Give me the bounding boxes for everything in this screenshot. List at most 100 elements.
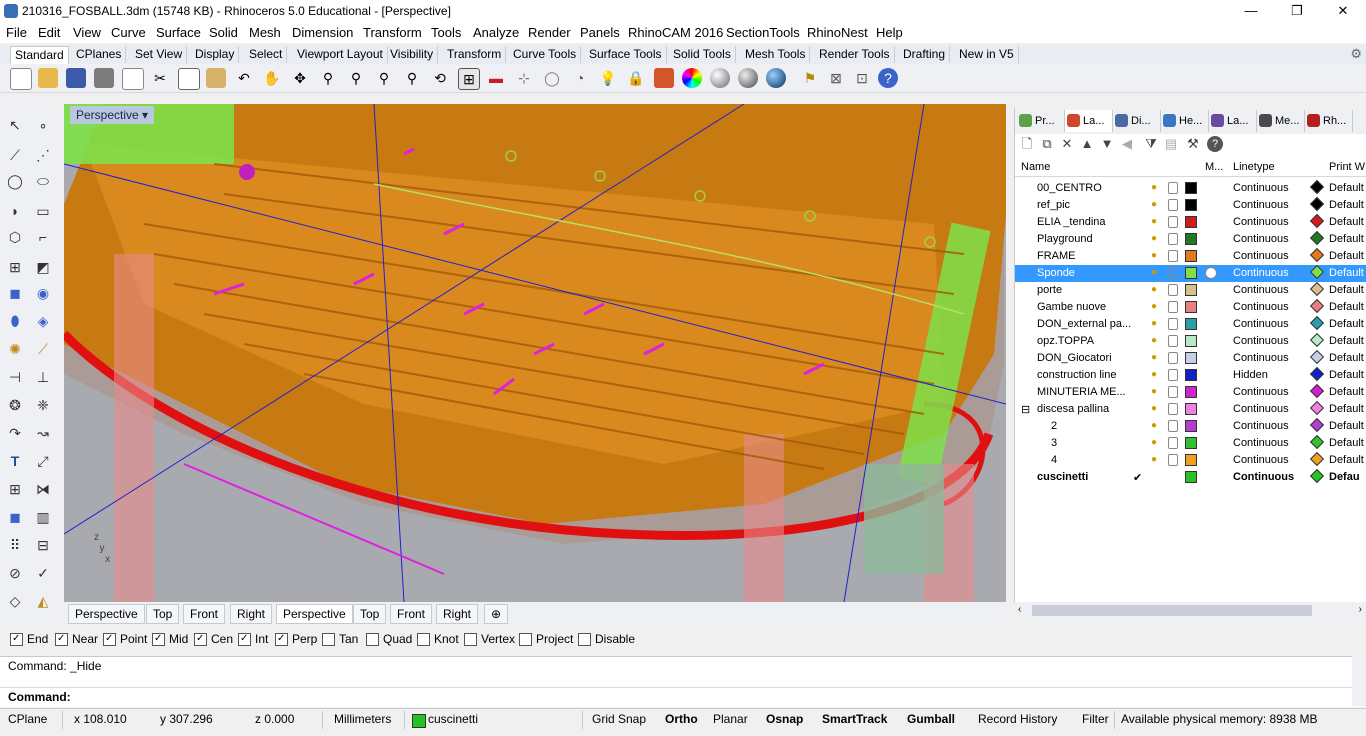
layer-row[interactable]: 3 ● Continuous Default <box>1015 434 1366 452</box>
tab-standard[interactable]: Standard <box>10 46 69 64</box>
offset-icon[interactable]: ↷ <box>4 422 26 444</box>
layer-linetype[interactable]: Continuous <box>1233 301 1289 313</box>
dimension-icon[interactable]: ⟋ <box>32 338 54 360</box>
lock-icon[interactable] <box>1168 403 1178 415</box>
vp-tab-front[interactable]: Front <box>183 604 226 624</box>
visibility-bulb-icon[interactable]: ● <box>1151 216 1161 228</box>
analyze-icon[interactable]: ⊘ <box>4 562 26 584</box>
menu-transform[interactable]: Transform <box>363 25 422 40</box>
lock-icon[interactable] <box>1168 420 1178 432</box>
menu-analyze[interactable]: Analyze <box>473 25 519 40</box>
layer-panel-scrollbar[interactable]: ‹ › <box>1014 602 1366 620</box>
col-material[interactable]: M... <box>1205 161 1223 173</box>
lock-icon[interactable] <box>1168 335 1178 347</box>
move-down-icon[interactable]: ▼ <box>1099 136 1115 152</box>
menu-tools[interactable]: Tools <box>431 25 461 40</box>
lock-icon[interactable] <box>1168 233 1178 245</box>
lock-icon[interactable] <box>1168 267 1178 279</box>
render-sphere-icon[interactable] <box>738 68 758 88</box>
layer-print-width[interactable]: Default <box>1329 386 1364 398</box>
grid-snap-toggle[interactable]: Grid Snap <box>592 712 646 726</box>
visibility-bulb-icon[interactable]: ● <box>1151 199 1161 211</box>
polyline-icon[interactable]: ⟋ <box>4 144 26 166</box>
move-icon[interactable]: ⚑ <box>800 68 820 88</box>
print-color-icon[interactable] <box>1309 298 1325 314</box>
minimize-button[interactable]: — <box>1228 0 1274 23</box>
curve-offset-icon[interactable]: ↝ <box>32 422 54 444</box>
visibility-bulb-icon[interactable]: ● <box>1151 250 1161 262</box>
panel-tab-rhino[interactable]: Rh... <box>1305 110 1353 132</box>
visibility-bulb-icon[interactable]: ● <box>1151 352 1161 364</box>
print-color-icon[interactable] <box>1309 230 1325 246</box>
menu-solid[interactable]: Solid <box>209 25 238 40</box>
layer-row[interactable]: DON_external pa... ● Continuous Default <box>1015 315 1366 333</box>
print-color-icon[interactable] <box>1309 213 1325 229</box>
tab-select[interactable]: Select <box>245 46 288 63</box>
print-color-icon[interactable] <box>1309 468 1325 484</box>
layer-color-swatch[interactable] <box>1185 233 1197 245</box>
osnap-near[interactable]: Near <box>55 632 98 646</box>
print-color-icon[interactable] <box>1309 332 1325 348</box>
boolean-icon[interactable]: ◉ <box>32 282 54 304</box>
lock-icon[interactable] <box>1168 284 1178 296</box>
panel-tab-materials[interactable]: Me... <box>1257 110 1305 132</box>
open-icon[interactable] <box>38 68 58 88</box>
layer-linetype[interactable]: Continuous <box>1233 335 1289 347</box>
car-icon[interactable]: ▬ <box>486 68 506 88</box>
menu-help[interactable]: Help <box>876 25 903 40</box>
lock-icon[interactable] <box>1168 250 1178 262</box>
visibility-bulb-icon[interactable]: ● <box>1151 369 1161 381</box>
layer-linetype[interactable]: Continuous <box>1233 471 1294 483</box>
layer-color-swatch[interactable] <box>1185 284 1197 296</box>
gumball-toggle[interactable]: Gumball <box>907 712 955 726</box>
layer-row[interactable]: Gambe nuove ● Continuous Default <box>1015 298 1366 316</box>
tab-surface-tools[interactable]: Surface Tools <box>585 46 667 63</box>
delete-icon[interactable]: ✕ <box>1059 136 1075 152</box>
layer-linetype[interactable]: Continuous <box>1233 352 1289 364</box>
layer-color-swatch[interactable] <box>1185 199 1197 211</box>
osnap-icon[interactable]: ⊠ <box>826 68 846 88</box>
lock-icon[interactable] <box>1168 352 1178 364</box>
point-icon[interactable]: ∘ <box>32 114 54 136</box>
zoom-window-icon[interactable]: ⚲ <box>346 68 366 88</box>
align-icon[interactable]: ⊟ <box>32 534 54 556</box>
tab-viewport-layout[interactable]: Viewport Layout <box>293 46 388 63</box>
tab-drafting[interactable]: Drafting <box>899 46 951 63</box>
tools-icon[interactable]: ⚒ <box>1185 136 1201 152</box>
join-icon[interactable]: ❂ <box>4 394 26 416</box>
osnap-toggle[interactable]: Osnap <box>766 712 803 726</box>
ellipse-icon[interactable]: ⬭ <box>32 170 54 192</box>
pan-icon[interactable]: ✋ <box>262 68 282 88</box>
visibility-bulb-icon[interactable]: ● <box>1151 267 1161 279</box>
add-viewport-tab-icon[interactable]: ⊕ <box>484 604 509 624</box>
menu-edit[interactable]: Edit <box>38 25 60 40</box>
planar-toggle[interactable]: Planar <box>713 712 748 726</box>
four-views-icon[interactable]: ⊞ <box>458 68 480 90</box>
layer-linetype[interactable]: Continuous <box>1233 386 1289 398</box>
copy-layer-icon[interactable]: ▤ <box>1163 136 1179 152</box>
layer-icon[interactable] <box>654 68 674 88</box>
visibility-bulb-icon[interactable]: ● <box>1151 335 1161 347</box>
visibility-bulb-icon[interactable]: ● <box>1151 318 1161 330</box>
panel-tab-properties[interactable]: Pr... <box>1017 110 1065 132</box>
layer-row[interactable]: opz.TOPPA ● Continuous Default <box>1015 332 1366 350</box>
layer-row[interactable]: FRAME ● Continuous Default <box>1015 247 1366 265</box>
osnap-cen[interactable]: Cen <box>194 632 233 646</box>
visibility-bulb-icon[interactable]: ● <box>1151 437 1161 449</box>
osnap-disable[interactable]: Disable <box>578 632 635 646</box>
menu-surface[interactable]: Surface <box>156 25 201 40</box>
layer-color-swatch[interactable] <box>1185 471 1197 483</box>
vp-tab-perspective-active[interactable]: Perspective <box>276 604 353 624</box>
print-color-icon[interactable] <box>1309 417 1325 433</box>
layer-help-icon[interactable]: ? <box>1207 136 1223 152</box>
layer-color-swatch[interactable] <box>1185 437 1197 449</box>
layer-color-swatch[interactable] <box>1185 454 1197 466</box>
osnap-end[interactable]: End <box>10 632 48 646</box>
print-color-icon[interactable] <box>1309 196 1325 212</box>
text-icon[interactable]: T <box>4 450 26 472</box>
smarttrack-toggle[interactable]: SmartTrack <box>822 712 887 726</box>
vp-tab-right[interactable]: Right <box>230 604 273 624</box>
layer-print-width[interactable]: Default <box>1329 318 1364 330</box>
layer-print-width[interactable]: Default <box>1329 420 1364 432</box>
layer-color-swatch[interactable] <box>1185 250 1197 262</box>
